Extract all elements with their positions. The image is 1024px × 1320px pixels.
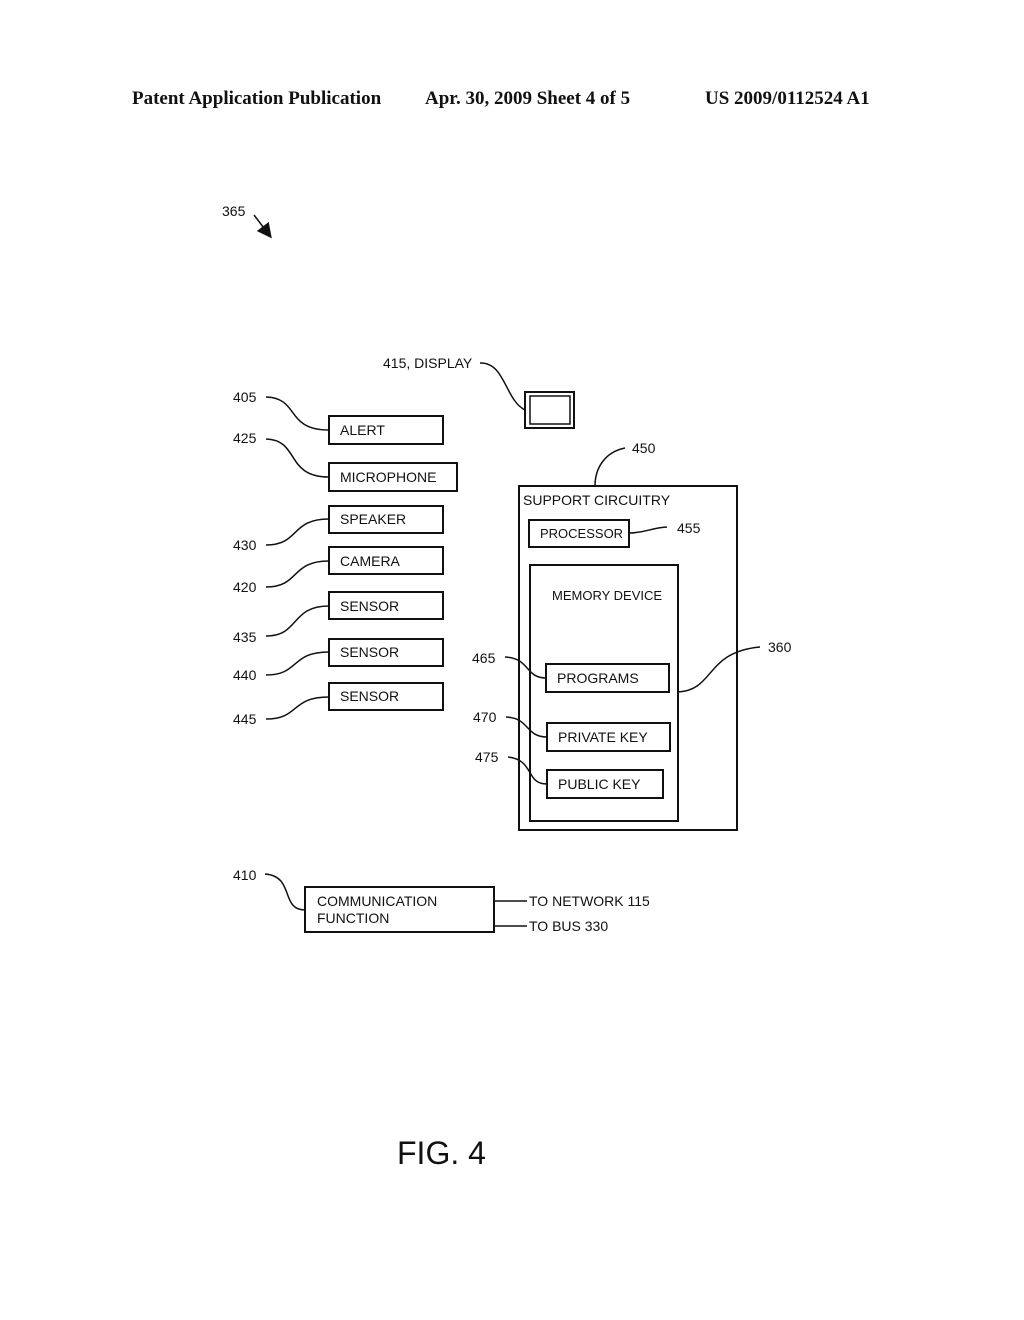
ref-475: 475 [475,749,499,765]
communication-label-line2: FUNCTION [317,910,389,926]
leader-475 [507,756,548,785]
leader-410 [264,873,306,911]
leader-440 [265,651,330,676]
ref-display: 415, DISPLAY [383,355,473,371]
component-alert: 405 ALERT [233,389,444,445]
figure-caption: FIG. 4 [397,1135,486,1171]
ref-405: 405 [233,389,257,405]
display-outer [524,391,575,429]
leader-435 [265,605,330,637]
leader-450 [594,447,626,487]
to-bus-label: TO BUS 330 [529,918,608,934]
display-icon [529,395,571,425]
component-sensor-435: 435 SENSOR [233,591,444,645]
ref-430: 430 [233,537,257,553]
sensor-label-435: SENSOR [340,598,399,614]
camera-label: CAMERA [340,553,401,569]
leader-405 [265,396,330,431]
leader-420 [265,560,330,588]
sensor-label-445: SENSOR [340,688,399,704]
leader-425 [265,438,330,478]
arrow-icon [253,214,272,239]
component-microphone: 425 MICROPHONE [233,430,458,492]
ref-365: 365 [222,203,246,219]
leader-430 [265,518,330,546]
ref-360: 360 [768,639,792,655]
to-network-label: TO NETWORK 115 [529,893,650,909]
ref-420: 420 [233,579,257,595]
component-sensor-440: 440 SENSOR [233,638,444,683]
leader-445 [265,696,330,720]
ref-465: 465 [472,650,496,666]
support-circuitry-label: SUPPORT CIRCUITRY [523,492,671,508]
leader-470 [505,716,548,738]
ref-470: 470 [473,709,497,725]
alert-label: ALERT [340,422,385,438]
speaker-label: SPEAKER [340,511,406,527]
processor-label: PROCESSOR [540,526,623,541]
display-leader [479,362,526,411]
ref-425: 425 [233,430,257,446]
ref-450: 450 [632,440,656,456]
leader-465 [504,656,547,679]
component-camera: 420 CAMERA [233,546,444,595]
ref-435: 435 [233,629,257,645]
leader-360 [677,646,761,693]
leader-455 [628,526,668,534]
memory-device-label: MEMORY DEVICE [552,588,662,603]
private-key-label: PRIVATE KEY [558,729,648,745]
component-speaker: 430 SPEAKER [233,505,444,553]
support-circuitry: 450 SUPPORT CIRCUITRY PROCESSOR 455 MEMO… [472,440,792,831]
communication-function: 410 COMMUNICATION FUNCTION TO NETWORK 11… [233,867,650,934]
component-sensor-445: 445 SENSOR [233,682,444,727]
public-key-label: PUBLIC KEY [558,776,641,792]
ref-445: 445 [233,711,257,727]
ref-440: 440 [233,667,257,683]
communication-label-line1: COMMUNICATION [317,893,437,909]
programs-label: PROGRAMS [557,670,639,686]
microphone-label: MICROPHONE [340,469,436,485]
ref-410: 410 [233,867,257,883]
figure-4-diagram: 365 415, DISPLAY 405 ALERT 425 MICROPHON… [222,203,792,1171]
ref-455: 455 [677,520,701,536]
sensor-label-440: SENSOR [340,644,399,660]
